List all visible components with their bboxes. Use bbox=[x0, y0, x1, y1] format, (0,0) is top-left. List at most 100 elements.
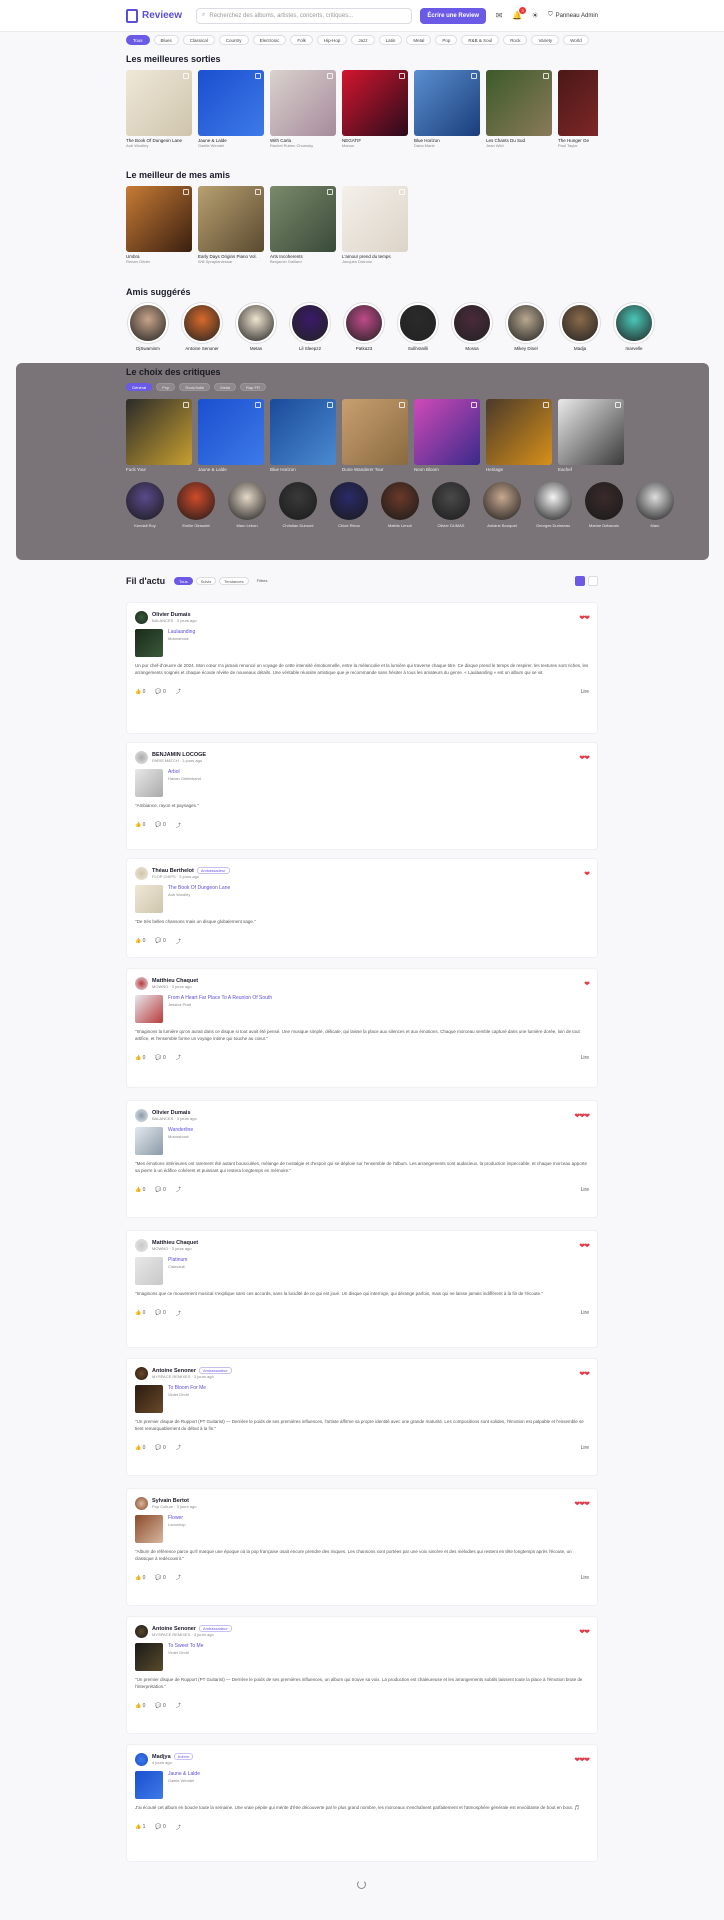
avatar[interactable] bbox=[135, 751, 148, 764]
avatar[interactable] bbox=[236, 303, 276, 343]
album-card[interactable]: Jaune & Lalde Gaelle Wendel bbox=[198, 70, 264, 148]
album-cover[interactable] bbox=[135, 885, 163, 913]
save-icon[interactable] bbox=[183, 189, 189, 195]
avatar[interactable] bbox=[135, 1625, 148, 1638]
avatar[interactable] bbox=[135, 1497, 148, 1510]
avatar[interactable] bbox=[135, 1367, 148, 1380]
mail-icon[interactable]: ✉ bbox=[494, 11, 504, 21]
album-title[interactable]: To Sweet To Me bbox=[168, 1643, 203, 1649]
album-card[interactable]: L'amour prend du temps Jacques Dutronc bbox=[342, 186, 408, 264]
album-title[interactable]: Flower bbox=[168, 1515, 186, 1521]
like-button[interactable]: 👍 0 bbox=[135, 1310, 145, 1316]
avatar[interactable] bbox=[128, 303, 168, 343]
comment-button[interactable]: 💬 0 bbox=[155, 1310, 165, 1316]
genre-chip[interactable]: Blues bbox=[153, 35, 179, 45]
avatar[interactable] bbox=[135, 1753, 148, 1766]
avatar[interactable] bbox=[585, 482, 623, 520]
avatar[interactable] bbox=[290, 303, 330, 343]
album-cover[interactable] bbox=[270, 399, 336, 465]
album-cover[interactable] bbox=[135, 1127, 163, 1155]
album-card[interactable]: Jaune & Lalde bbox=[198, 399, 264, 472]
album-cover[interactable] bbox=[198, 70, 264, 136]
album-cover[interactable] bbox=[135, 629, 163, 657]
save-icon[interactable] bbox=[471, 402, 477, 408]
album-cover[interactable] bbox=[414, 399, 480, 465]
album-cover[interactable] bbox=[135, 1385, 163, 1413]
album-cover[interactable] bbox=[135, 1643, 163, 1671]
album-title[interactable]: Laulaanding bbox=[168, 629, 195, 635]
album-reference[interactable]: To Bloom For Me Violet Grohl bbox=[135, 1385, 589, 1413]
album-reference[interactable]: Flower Lanoshop bbox=[135, 1515, 589, 1543]
genre-chip[interactable]: Hip-Hop bbox=[316, 35, 348, 45]
read-more-button[interactable]: Lire bbox=[581, 1055, 589, 1061]
grid-view-icon[interactable] bbox=[575, 576, 585, 586]
album-title[interactable]: Wanderline bbox=[168, 1127, 193, 1133]
genre-chip[interactable]: R&B & Soul bbox=[461, 35, 500, 45]
album-card[interactable]: Blue Horizon Dana Marie bbox=[414, 70, 480, 148]
album-card[interactable]: Heritage bbox=[486, 399, 552, 472]
friend-suggestion[interactable]: Mossa bbox=[450, 303, 494, 351]
comment-button[interactable]: 💬 0 bbox=[155, 1703, 165, 1709]
feed-tab[interactable]: Tendances bbox=[219, 577, 249, 585]
save-icon[interactable] bbox=[183, 402, 189, 408]
avatar[interactable] bbox=[330, 482, 368, 520]
share-icon[interactable]: ⤴ bbox=[176, 822, 181, 829]
save-icon[interactable] bbox=[543, 73, 549, 79]
search-input[interactable]: ⌕ Recherchez des albums, artistes, concer… bbox=[196, 7, 413, 24]
genre-chip[interactable]: Country bbox=[218, 35, 249, 45]
share-icon[interactable]: ⤴ bbox=[176, 1054, 181, 1061]
avatar[interactable] bbox=[483, 482, 521, 520]
friend-suggestion[interactable]: marvelle bbox=[612, 303, 656, 351]
comment-button[interactable]: 💬 0 bbox=[155, 1824, 165, 1830]
comment-button[interactable]: 💬 0 bbox=[155, 1575, 165, 1581]
read-more-button[interactable]: Lire bbox=[581, 1310, 589, 1316]
critic-profile[interactable]: Antoine Bouquet bbox=[481, 482, 523, 528]
avatar[interactable] bbox=[432, 482, 470, 520]
genre-chip[interactable]: Variety bbox=[531, 35, 560, 45]
friend-suggestion[interactable]: Mikey Dinel bbox=[504, 303, 548, 351]
read-more-button[interactable]: Lire bbox=[581, 1445, 589, 1451]
like-button[interactable]: 👍 0 bbox=[135, 938, 145, 944]
album-card[interactable]: Arts Incoherents Benjamin Gaillard bbox=[270, 186, 336, 264]
admin-panel-link[interactable]: ⛉ Panneau Admin bbox=[548, 12, 598, 19]
album-cover[interactable] bbox=[126, 399, 192, 465]
save-icon[interactable] bbox=[471, 73, 477, 79]
like-button[interactable]: 👍 0 bbox=[135, 822, 145, 828]
theme-toggle-icon[interactable]: ☀ bbox=[530, 11, 540, 21]
save-icon[interactable] bbox=[255, 73, 261, 79]
avatar[interactable] bbox=[135, 1109, 148, 1122]
share-icon[interactable]: ⤴ bbox=[176, 1574, 181, 1581]
genre-chip[interactable]: Rock bbox=[503, 35, 528, 45]
comment-button[interactable]: 💬 0 bbox=[155, 938, 165, 944]
share-icon[interactable]: ⤴ bbox=[176, 938, 181, 945]
album-cover[interactable] bbox=[270, 186, 336, 252]
like-button[interactable]: 👍 0 bbox=[135, 689, 145, 695]
album-cover[interactable] bbox=[198, 186, 264, 252]
album-cover[interactable] bbox=[270, 70, 336, 136]
avatar[interactable] bbox=[614, 303, 654, 343]
avatar[interactable] bbox=[452, 303, 492, 343]
album-cover[interactable] bbox=[486, 399, 552, 465]
save-icon[interactable] bbox=[543, 402, 549, 408]
album-cover[interactable] bbox=[486, 70, 552, 136]
critic-profile[interactable]: Mathis Lenoir bbox=[379, 482, 421, 528]
album-reference[interactable]: From A Heart Far Place To A Reunion Of S… bbox=[135, 995, 589, 1023]
friend-suggestion[interactable]: Patka23 bbox=[342, 303, 386, 351]
save-icon[interactable] bbox=[255, 402, 261, 408]
critic-profile[interactable]: Marc bbox=[634, 482, 676, 528]
avatar[interactable] bbox=[279, 482, 317, 520]
save-icon[interactable] bbox=[399, 189, 405, 195]
avatar[interactable] bbox=[177, 482, 215, 520]
friend-suggestion[interactable]: Metas bbox=[234, 303, 278, 351]
album-card[interactable]: Early Days Origins Piano Vol. Will Sprapl… bbox=[198, 186, 264, 264]
share-icon[interactable]: ⤴ bbox=[176, 1444, 181, 1451]
album-cover[interactable] bbox=[342, 399, 408, 465]
album-title[interactable]: To Bloom For Me bbox=[168, 1385, 206, 1391]
critics-tab[interactable]: Rap FR bbox=[240, 383, 266, 391]
genre-chip[interactable]: Latin bbox=[378, 35, 403, 45]
album-reference[interactable]: Wanderline Motorshock bbox=[135, 1127, 589, 1155]
read-more-button[interactable]: Lire bbox=[581, 1187, 589, 1193]
genre-chip[interactable]: Classical bbox=[182, 35, 215, 45]
album-title[interactable]: Arbol bbox=[168, 769, 201, 775]
album-title[interactable]: The Book Of Dungeon Lane bbox=[168, 885, 230, 891]
